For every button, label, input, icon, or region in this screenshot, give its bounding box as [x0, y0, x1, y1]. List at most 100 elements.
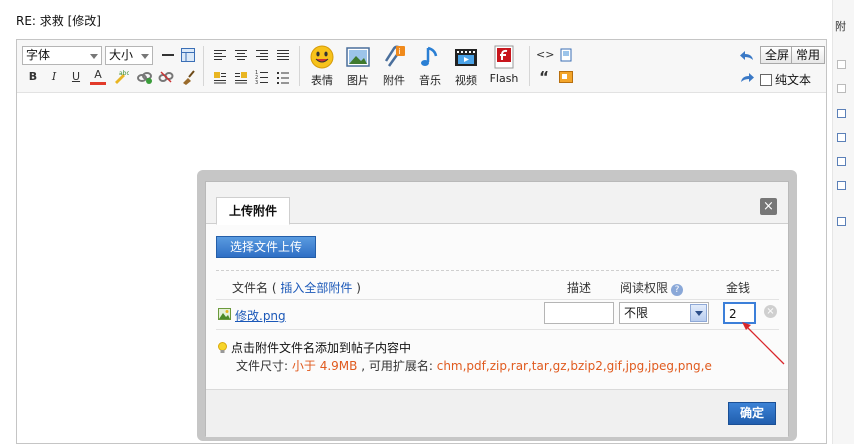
- clear-format-icon[interactable]: [180, 69, 196, 85]
- font-color-button[interactable]: A: [90, 68, 106, 85]
- page-icon[interactable]: [558, 47, 574, 63]
- emoticon-button[interactable]: 表情: [305, 44, 339, 88]
- attachment-label: 附件: [383, 74, 405, 87]
- unlink-icon[interactable]: [158, 69, 174, 85]
- dialog-tab-bar: 上传附件 ×: [206, 182, 788, 225]
- dashed-divider: [216, 270, 779, 271]
- table-icon[interactable]: [180, 47, 196, 63]
- post-subject: RE: 求救 [修改]: [16, 14, 101, 28]
- svg-text:i: i: [399, 47, 401, 56]
- spellcheck-icon[interactable]: abc: [113, 69, 129, 85]
- smiley-icon: [309, 44, 335, 70]
- film-icon: [453, 44, 479, 70]
- tip-text: 点击附件文件名添加到帖子内容中: [231, 341, 412, 355]
- side-checkbox[interactable]: [837, 133, 846, 142]
- header-divider: [216, 299, 779, 300]
- svg-text:abc: abc: [119, 70, 129, 77]
- fullscreen-button[interactable]: 全屏: [760, 46, 795, 64]
- side-checkbox[interactable]: [837, 157, 846, 166]
- annotation-arrow-icon: [742, 322, 785, 365]
- undo-arrow-icon[interactable]: [739, 48, 755, 64]
- align-center-icon[interactable]: [233, 47, 249, 63]
- font-family-label: 字体: [26, 48, 51, 62]
- horizontal-rule-icon[interactable]: [160, 47, 176, 63]
- tip-line: 点击附件文件名添加到帖子内容中: [218, 339, 411, 356]
- money-header: 金钱: [726, 281, 751, 295]
- unordered-list-icon[interactable]: [275, 69, 291, 85]
- side-checkbox[interactable]: [837, 181, 846, 190]
- attachment-file-link[interactable]: 修改.png: [235, 307, 286, 324]
- size-value: 小于 4.9MB: [291, 359, 358, 373]
- underline-button[interactable]: U: [68, 69, 84, 85]
- tab-upload-attachment[interactable]: 上传附件: [216, 197, 290, 225]
- plain-text-checkbox[interactable]: [760, 74, 772, 86]
- upload-attachment-dialog: 上传附件 × 选择文件上传 文件名 ( 插入全部附件 ) 描述 阅读权限? 金钱…: [205, 181, 789, 437]
- flash-label: Flash: [489, 72, 519, 85]
- picture-icon: [345, 44, 371, 70]
- bold-button[interactable]: B: [25, 69, 41, 85]
- confirm-button[interactable]: 确定: [728, 402, 776, 425]
- right-side-panel: 附: [832, 0, 854, 444]
- read-permission-select[interactable]: 不限: [619, 302, 709, 324]
- link-icon[interactable]: [136, 69, 152, 85]
- music-label: 音乐: [419, 74, 441, 87]
- side-label: 附: [835, 20, 846, 33]
- close-icon[interactable]: ×: [760, 198, 777, 215]
- common-button[interactable]: 常用: [791, 46, 826, 64]
- image-label: 图片: [347, 74, 369, 87]
- side-checkbox[interactable]: [837, 60, 846, 69]
- music-button[interactable]: 音乐: [413, 44, 447, 88]
- read-permission-value: 不限: [624, 306, 649, 320]
- description-input[interactable]: [544, 302, 614, 324]
- side-checkbox[interactable]: [837, 217, 846, 226]
- plain-text-label: 纯文本: [775, 73, 812, 87]
- delete-attachment-icon[interactable]: ×: [764, 305, 777, 318]
- chevron-down-icon: [690, 304, 707, 322]
- dialog-footer: 确定: [206, 389, 788, 437]
- font-size-label: 大小: [109, 48, 134, 62]
- side-checkbox[interactable]: [837, 109, 846, 118]
- font-size-select[interactable]: 大小: [105, 46, 153, 65]
- paperclip-icon: i: [381, 44, 407, 70]
- video-button[interactable]: 视频: [449, 44, 483, 88]
- chevron-down-icon: [141, 54, 149, 59]
- ordered-list-icon[interactable]: 123: [254, 69, 270, 85]
- read-permission-label: 阅读权限: [620, 281, 669, 295]
- paren-open: (: [271, 281, 277, 295]
- size-label: 文件尺寸:: [236, 359, 289, 373]
- free-block-icon[interactable]: [558, 69, 574, 85]
- lightbulb-icon: [218, 342, 227, 354]
- insert-all-attachments-link[interactable]: 插入全部附件: [280, 281, 352, 295]
- extensions-label: , 可用扩展名:: [361, 359, 433, 373]
- file-name-header-label: 文件名: [232, 281, 269, 295]
- align-left-icon[interactable]: [212, 47, 228, 63]
- music-note-icon: [417, 44, 443, 70]
- flash-button[interactable]: Flash: [487, 44, 521, 85]
- attachment-button[interactable]: i 附件: [377, 44, 411, 88]
- plain-text-toggle[interactable]: 纯文本: [760, 71, 811, 88]
- upload-limits-info: 文件尺寸: 小于 4.9MB , 可用扩展名: chm,pdf,zip,rar,…: [236, 357, 712, 374]
- float-right-icon[interactable]: [233, 69, 249, 85]
- redo-arrow-icon[interactable]: [739, 70, 755, 86]
- quote-button[interactable]: “: [536, 69, 552, 85]
- float-left-icon[interactable]: [212, 69, 228, 85]
- toolbar-divider: [299, 46, 300, 86]
- side-checkbox[interactable]: [837, 84, 846, 93]
- source-code-button[interactable]: <>: [536, 47, 554, 63]
- svg-text:3: 3: [255, 80, 258, 85]
- extensions-value: chm,pdf,zip,rar,tar,gz,bzip2,gif,jpg,jpe…: [436, 359, 712, 373]
- emoticon-label: 表情: [311, 74, 333, 87]
- font-family-select[interactable]: 字体: [22, 46, 102, 65]
- flash-icon: [491, 44, 517, 70]
- italic-button[interactable]: I: [46, 69, 62, 85]
- align-justify-icon[interactable]: [275, 47, 291, 63]
- chevron-down-icon: [90, 54, 98, 59]
- file-name-header: 文件名 ( 插入全部附件 ): [232, 279, 361, 296]
- paren-close: ): [356, 281, 361, 295]
- align-right-icon[interactable]: [254, 47, 270, 63]
- toolbar-divider: [203, 46, 204, 86]
- image-button[interactable]: 图片: [341, 44, 375, 88]
- toolbar-divider: [529, 46, 530, 86]
- help-icon[interactable]: ?: [671, 284, 684, 296]
- choose-file-upload-button[interactable]: 选择文件上传: [216, 236, 316, 258]
